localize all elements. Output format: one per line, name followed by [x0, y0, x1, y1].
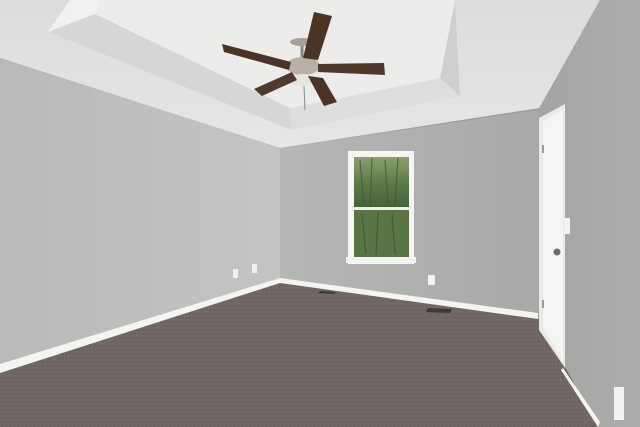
room-illustration — [0, 0, 640, 427]
room-photo — [0, 0, 640, 427]
light-switch — [564, 218, 570, 234]
window — [346, 151, 416, 264]
outlet-left-wall-2 — [252, 264, 257, 273]
outlet-right-wall — [614, 387, 624, 420]
door — [539, 104, 565, 368]
door-knob — [553, 248, 561, 256]
outlet-back-wall — [428, 275, 435, 285]
outlet-left-wall-1 — [233, 269, 238, 278]
